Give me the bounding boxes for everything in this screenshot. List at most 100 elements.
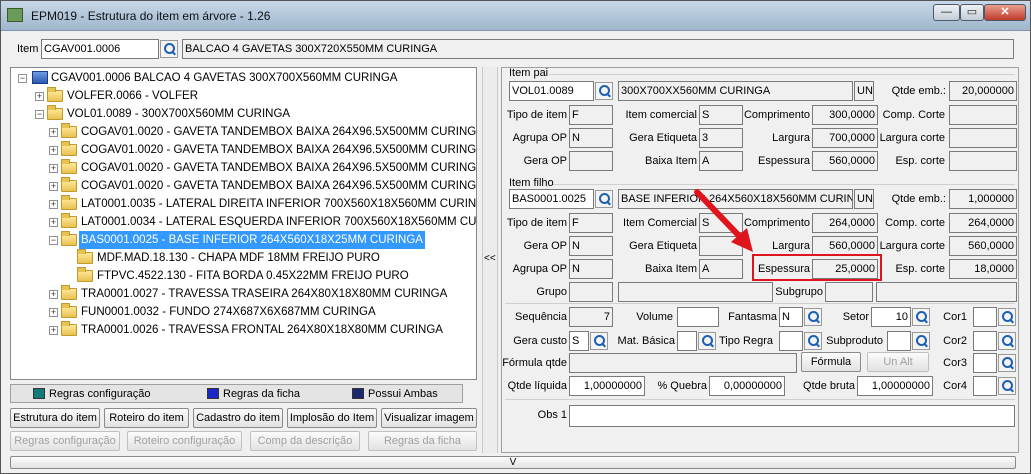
expand-toggle[interactable]: + xyxy=(49,182,58,191)
tree-node[interactable]: LAT0001.0035 - LATERAL DIREITA INFERIOR … xyxy=(81,195,476,213)
agrupa-op-label: Agrupa OP xyxy=(512,263,567,275)
tree-node[interactable]: FUN0001.0032 - FUNDO 274X687X6X687MM CUR… xyxy=(81,303,376,321)
setor-field[interactable]: 10 xyxy=(871,307,911,327)
tipo-regra-field[interactable] xyxy=(779,331,803,351)
cor2-search-icon[interactable] xyxy=(998,332,1016,350)
folder-icon xyxy=(61,177,77,192)
quebra-label: % Quebra xyxy=(657,380,707,392)
subproduto-field[interactable] xyxy=(887,331,911,351)
setor-search-icon[interactable] xyxy=(912,308,930,326)
mat-basica-field[interactable] xyxy=(677,331,697,351)
cor4-search-icon[interactable] xyxy=(998,377,1016,395)
expand-toggle[interactable]: + xyxy=(49,218,58,227)
gera-custo-search-icon[interactable] xyxy=(590,332,608,350)
regras-config-button[interactable]: Regras configuração xyxy=(10,431,120,451)
item-pai-description: 300X700XX560MM CURINGA xyxy=(618,81,853,101)
largura-label: Largura xyxy=(772,132,810,144)
qtde-bruta-field[interactable]: 1,00000000 xyxy=(857,376,933,396)
minimize-button[interactable]: — xyxy=(933,4,960,21)
tree-node[interactable]: MDF.MAD.18.130 - CHAPA MDF 18MM FREIJO P… xyxy=(97,249,380,267)
item-filho-subgrupo-desc xyxy=(876,282,1017,302)
qtde-liquida-field[interactable]: 1,00000000 xyxy=(569,376,645,396)
tree-node[interactable]: COGAV01.0020 - GAVETA TANDEMBOX BAIXA 26… xyxy=(81,177,476,195)
cor1-field[interactable] xyxy=(973,307,997,327)
obs1-label: Obs 1 xyxy=(537,409,567,421)
tree-node[interactable]: VOLFER.0066 - VOLFER xyxy=(67,87,198,105)
cor1-search-icon[interactable] xyxy=(998,308,1016,326)
gera-custo-field[interactable]: S xyxy=(569,331,589,351)
item-pai-largura: 700,0000 xyxy=(812,128,878,148)
expand-toggle[interactable]: + xyxy=(49,146,58,155)
tree-node[interactable]: TRA0001.0026 - TRAVESSA FRONTAL 264X80X1… xyxy=(81,321,443,339)
item-pai-code[interactable]: VOL01.0089 xyxy=(509,81,594,101)
tree-node[interactable]: COGAV01.0020 - GAVETA TANDEMBOX BAIXA 26… xyxy=(81,159,476,177)
quebra-field[interactable]: 0,00000000 xyxy=(709,376,785,396)
folder-icon xyxy=(77,249,93,264)
implosao-button[interactable]: Implosão do Item xyxy=(287,408,377,428)
formula-qtde-field xyxy=(569,353,797,373)
obs1-field[interactable] xyxy=(569,405,1015,427)
roteiro-button[interactable]: Roteiro do item xyxy=(104,408,189,428)
baixa-item-label: Baixa Item xyxy=(645,263,697,275)
tree-node-root[interactable]: CGAV001.0006 BALCAO 4 GAVETAS 300X700X56… xyxy=(51,69,397,87)
volume-field[interactable] xyxy=(677,307,719,327)
item-code-field[interactable]: CGAV001.0006 xyxy=(41,39,159,59)
regras-ficha-button[interactable]: Regras da ficha xyxy=(368,431,477,451)
visualizar-imagem-button[interactable]: Visualizar imagem xyxy=(381,408,477,428)
expand-toggle[interactable]: + xyxy=(49,200,58,209)
tree-node[interactable]: COGAV01.0020 - GAVETA TANDEMBOX BAIXA 26… xyxy=(81,123,476,141)
tree-node[interactable]: FTPVC.4522.130 - FITA BORDA 0.45X22MM FR… xyxy=(97,267,409,285)
maximize-button[interactable]: ▭ xyxy=(960,4,984,21)
structure-tree[interactable]: − CGAV001.0006 BALCAO 4 GAVETAS 300X700X… xyxy=(10,67,477,380)
mat-basica-search-icon[interactable] xyxy=(698,332,716,350)
fantasma-field[interactable]: N xyxy=(779,307,803,327)
cor3-field[interactable] xyxy=(973,353,997,373)
subproduto-label: Subproduto xyxy=(826,335,883,347)
close-button[interactable]: ✕ xyxy=(984,4,1026,21)
collapse-panel-button[interactable]: << xyxy=(484,253,496,264)
folder-icon xyxy=(61,303,77,318)
item-filho-agrupa-op: N xyxy=(569,259,613,279)
formula-button[interactable]: Fórmula xyxy=(801,352,861,372)
tree-node[interactable]: LAT0001.0034 - LATERAL ESQUERDA INFERIOR… xyxy=(81,213,476,231)
comp-descricao-button[interactable]: Comp da descrição xyxy=(250,431,360,451)
tipo-regra-search-icon[interactable] xyxy=(804,332,822,350)
estrutura-button[interactable]: Estrutura do item xyxy=(10,408,100,428)
expand-toggle[interactable]: − xyxy=(18,74,27,83)
item-filho-search-icon[interactable] xyxy=(595,190,613,208)
app-icon xyxy=(7,8,23,22)
volume-label: Volume xyxy=(636,311,673,323)
expand-toggle[interactable]: − xyxy=(49,236,58,245)
qtde-bruta-label: Qtde bruta xyxy=(803,380,855,392)
fantasma-search-icon[interactable] xyxy=(804,308,822,326)
panel-splitter[interactable]: << xyxy=(482,67,498,453)
expand-toggle[interactable]: + xyxy=(49,164,58,173)
item-comercial-label: Item comercial xyxy=(625,109,697,121)
item-search-icon[interactable] xyxy=(160,40,178,58)
tree-node[interactable]: TRA0001.0027 - TRAVESSA TRASEIRA 264X80X… xyxy=(81,285,447,303)
bottom-expand-bar[interactable]: V xyxy=(10,456,1016,469)
item-pai-search-icon[interactable] xyxy=(595,82,613,100)
expand-toggle[interactable]: + xyxy=(49,128,58,137)
roteiro-config-button[interactable]: Roteiro configuração xyxy=(127,431,242,451)
expand-toggle[interactable]: + xyxy=(49,308,58,317)
expand-toggle[interactable]: + xyxy=(35,92,44,101)
tree-node-selected[interactable]: BAS0001.0025 - BASE INFERIOR 264X560X18X… xyxy=(79,231,425,249)
cor2-field[interactable] xyxy=(973,331,997,351)
tree-node[interactable]: COGAV01.0020 - GAVETA TANDEMBOX BAIXA 26… xyxy=(81,141,476,159)
un-alt-button[interactable]: Un Alt xyxy=(867,352,929,372)
legend-swatch-teal xyxy=(33,388,45,399)
item-pai-comprimento: 300,0000 xyxy=(812,105,878,125)
largura-corte-label: Largura corte xyxy=(879,240,945,252)
expand-toggle[interactable]: − xyxy=(35,110,44,119)
item-filho-code[interactable]: BAS0001.0025 xyxy=(509,189,594,209)
cor3-search-icon[interactable] xyxy=(998,354,1016,372)
cadastro-button[interactable]: Cadastro do item xyxy=(193,408,283,428)
expand-toggle[interactable]: + xyxy=(49,290,58,299)
tree-node[interactable]: VOL01.0089 - 300X700X560MM CURINGA xyxy=(67,105,290,123)
subproduto-search-icon[interactable] xyxy=(912,332,930,350)
item-comercial-label: Item Comercial xyxy=(623,217,697,229)
legend-bar: Regras configuração Regras da ficha Poss… xyxy=(10,384,463,403)
expand-toggle[interactable]: + xyxy=(49,326,58,335)
cor4-field[interactable] xyxy=(973,376,997,396)
